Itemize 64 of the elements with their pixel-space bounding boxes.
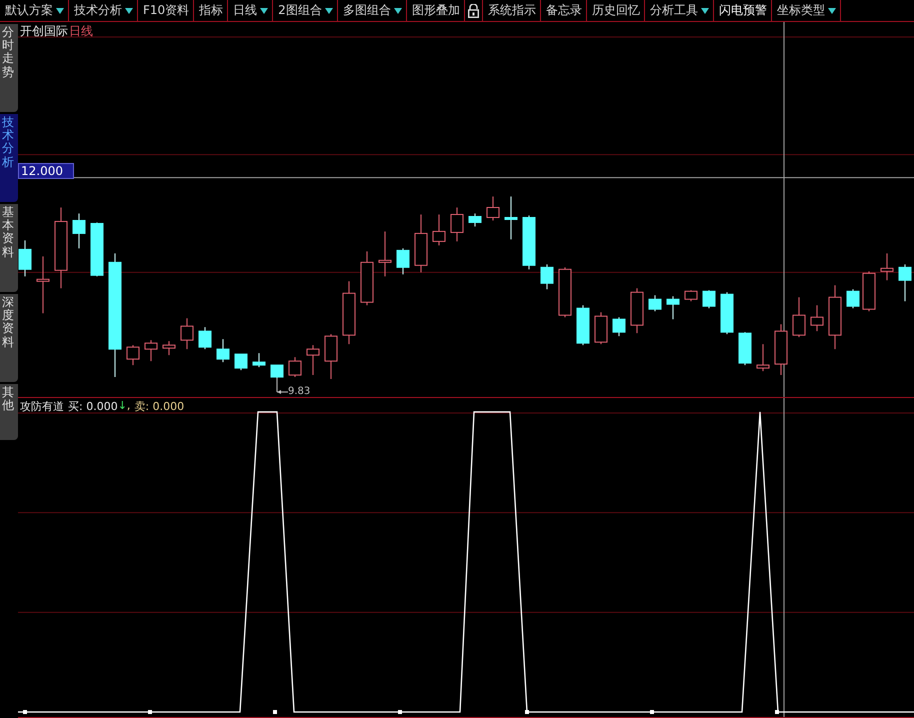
candlestick [630,288,644,334]
indicator-arrow: ↓ [118,399,127,414]
candlestick [414,214,428,273]
candlestick [270,364,284,379]
candlestick [288,356,302,378]
lock-icon [468,4,479,18]
candlestick [774,324,788,376]
candlestick [324,334,338,380]
stock-name: 开创国际 [20,23,68,40]
low-marker-line [276,378,288,394]
side-tab[interactable]: 技术分析 [0,114,18,202]
candlestick [126,344,140,366]
candlestick [720,292,734,335]
indicator-name: 攻防有道 [20,399,64,414]
side-tab[interactable]: 深度资料 [0,294,18,382]
candlestick [144,340,158,362]
candlestick [90,222,104,277]
candlestick [252,352,266,368]
candlestick [648,294,662,312]
candlestick [162,340,176,356]
candlestick [504,196,518,240]
candlestick [684,290,698,302]
candlestick [558,266,572,318]
candlestick [702,290,716,309]
indicator-value: 买: 0.000 [68,399,118,414]
indicator-separator: , [126,399,130,414]
candlestick [898,264,912,302]
candlestick [18,240,32,277]
candlestick [522,214,536,270]
candlestick [486,196,500,221]
candlestick [738,332,752,366]
candlestick [378,230,392,277]
candlestick [594,312,608,345]
candlestick [198,326,212,350]
candlestick [216,338,230,363]
candlestick [756,344,770,372]
candlestick [468,213,482,227]
candlestick [36,256,50,314]
candlestick [432,214,446,246]
side-tab[interactable]: 基本资料 [0,204,18,292]
candlestick [342,280,356,345]
candlestick [862,270,876,312]
candlestick [828,284,842,350]
candlestick [306,344,320,376]
chart-period: 日线 [69,23,93,40]
candlestick [72,213,86,249]
candlestick [180,318,194,350]
side-tab[interactable]: 其他 [0,384,18,440]
candlestick [846,288,860,309]
candlestick [360,250,374,306]
candlestick [792,296,806,338]
candlestick [234,354,248,371]
candlestick [666,296,680,320]
low-price-label: 9.83 [288,386,310,397]
candlestick [540,264,554,290]
candlestick [576,304,590,346]
crosshair-price-label: 12.000 [18,163,74,179]
candlestick [450,207,464,242]
side-tab[interactable]: 分时走势 [0,24,18,112]
candlestick [810,304,824,332]
candlestick [880,252,894,281]
candlestick [612,316,626,337]
candlestick [396,248,410,275]
indicator-value: 卖: 0.000 [134,399,184,414]
